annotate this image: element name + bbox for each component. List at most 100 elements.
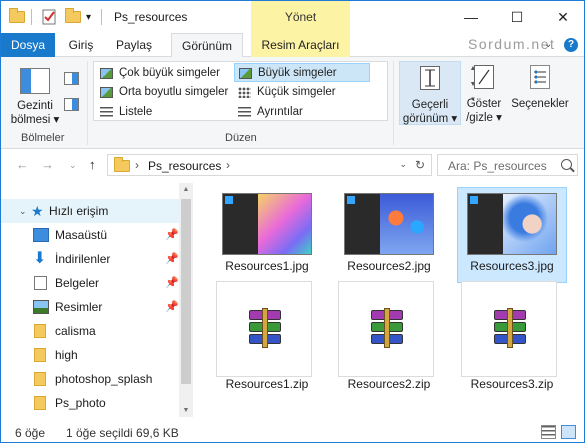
breadcrumb-ps-resources[interactable]: Ps_resources bbox=[148, 159, 221, 173]
navigation-pane: ⌄ ★ Hızlı erişim Masaüstü 📌 ⬇ İndirilenl… bbox=[1, 183, 193, 417]
maximize-button[interactable]: ☐ bbox=[494, 1, 540, 33]
pin-icon: 📌 bbox=[165, 277, 179, 289]
details-view-button[interactable] bbox=[541, 425, 556, 439]
nav-item-downloads[interactable]: ⬇ İndirilenler 📌 bbox=[1, 247, 179, 271]
forward-icon[interactable]: → bbox=[41, 157, 54, 172]
grid-icon bbox=[238, 87, 251, 98]
star-icon: ★ bbox=[31, 203, 44, 219]
folder-icon bbox=[34, 372, 46, 386]
layout-extra-large-icons[interactable]: Çok büyük simgeler bbox=[96, 64, 233, 83]
folder-icon bbox=[114, 157, 130, 172]
layout-large-icons[interactable]: Büyük simgeler bbox=[234, 63, 370, 82]
group-label-layout: Düzen bbox=[225, 132, 257, 144]
address-dropdown-icon[interactable]: ⌄ bbox=[399, 159, 407, 170]
breadcrumb-separator[interactable]: › bbox=[226, 158, 230, 172]
options-button[interactable]: Seçenekler bbox=[510, 61, 570, 125]
group-label-panes: Bölmeler bbox=[21, 132, 65, 144]
details-icon bbox=[238, 107, 251, 118]
nav-scrollbar[interactable]: ▲ ▼ bbox=[179, 183, 193, 417]
explorer-window: ▾ Ps_resources Yönet — ☐ ✕ Dosya Giriş P… bbox=[0, 0, 585, 443]
folder-icon bbox=[34, 396, 46, 410]
winrar-icon bbox=[371, 308, 403, 348]
close-button[interactable]: ✕ bbox=[540, 1, 584, 33]
show-hide-button[interactable]: Göster /gizle ▾ bbox=[464, 61, 504, 125]
brand-watermark: Sordum.net bbox=[468, 36, 556, 52]
refresh-icon[interactable]: ↻ bbox=[415, 158, 425, 172]
image-thumbnail bbox=[222, 193, 312, 255]
collapse-ribbon-icon[interactable]: ⌄ bbox=[544, 39, 552, 50]
up-icon[interactable]: ↑ bbox=[89, 157, 96, 172]
large-icons-view-button[interactable] bbox=[561, 425, 576, 439]
nav-quick-access[interactable]: ⌄ ★ Hızlı erişim bbox=[1, 199, 179, 223]
pin-icon: 📌 bbox=[165, 229, 179, 241]
image-icon bbox=[100, 68, 113, 79]
scroll-down-icon[interactable]: ▼ bbox=[179, 407, 193, 414]
options-icon bbox=[530, 65, 550, 89]
document-icon bbox=[34, 276, 47, 290]
layout-list[interactable]: Listele bbox=[96, 103, 233, 122]
pin-icon: 📌 bbox=[165, 253, 179, 265]
tab-picture-tools[interactable]: Resim Araçları bbox=[251, 33, 350, 57]
scroll-thumb[interactable] bbox=[181, 199, 191, 384]
qa-dropdown-icon[interactable]: ▾ bbox=[86, 7, 91, 27]
tab-view[interactable]: Görünüm bbox=[171, 33, 243, 58]
current-view-button[interactable]: Geçerli görünüm ▾ bbox=[399, 61, 461, 125]
collapse-icon[interactable]: ⌄ bbox=[19, 199, 27, 223]
list-icon bbox=[100, 107, 113, 118]
recent-dropdown-icon[interactable]: ⌄ bbox=[69, 160, 77, 171]
nav-item-desktop[interactable]: Masaüstü 📌 bbox=[1, 223, 179, 247]
group-separator bbox=[87, 61, 88, 145]
search-icon bbox=[561, 159, 572, 170]
breadcrumb-separator[interactable]: › bbox=[135, 158, 139, 172]
file-item-resources3-jpg[interactable]: Resources3.jpg bbox=[457, 187, 567, 283]
nav-item-ps-photo[interactable]: Ps_photo bbox=[1, 391, 179, 415]
tab-share[interactable]: Paylaş bbox=[107, 33, 161, 57]
group-separator bbox=[393, 61, 394, 145]
scroll-up-icon[interactable]: ▲ bbox=[179, 186, 193, 193]
file-item-resources1-jpg[interactable]: Resources1.jpg bbox=[212, 187, 322, 283]
image-icon bbox=[239, 68, 252, 79]
properties-icon[interactable] bbox=[41, 7, 57, 27]
navigation-pane-icon[interactable] bbox=[20, 68, 50, 94]
pictures-icon bbox=[33, 300, 49, 314]
desktop-icon bbox=[33, 228, 49, 242]
layout-small-icons[interactable]: Küçük simgeler bbox=[234, 83, 370, 102]
archive-thumbnail bbox=[216, 281, 312, 377]
file-item-resources3-zip[interactable]: Resources3.zip bbox=[457, 281, 567, 391]
separator bbox=[31, 7, 32, 27]
navigation-pane-button[interactable]: Gezinti bölmesi ▾ bbox=[7, 99, 63, 127]
help-icon[interactable]: ? bbox=[564, 38, 578, 52]
show-hide-icon bbox=[474, 65, 494, 89]
nav-item-calisma[interactable]: calisma bbox=[1, 319, 179, 343]
window-title: Ps_resources bbox=[114, 10, 188, 24]
separator bbox=[101, 7, 102, 27]
ribbon: Gezinti bölmesi ▾ Bölmeler Çok büyük sim… bbox=[1, 57, 584, 149]
status-bar: 6 öğe 1 öğe seçildi 69,6 KB bbox=[1, 421, 584, 442]
file-item-resources1-zip[interactable]: Resources1.zip bbox=[212, 281, 322, 391]
address-bar[interactable]: › Ps_resources › ⌄ ↻ bbox=[107, 154, 432, 176]
pin-icon: 📌 bbox=[165, 301, 179, 313]
minimize-button[interactable]: — bbox=[448, 1, 494, 33]
layout-medium-icons[interactable]: Orta boyutlu simgeler bbox=[96, 83, 233, 102]
back-icon[interactable]: ← bbox=[16, 157, 29, 172]
folder-icon bbox=[34, 324, 46, 338]
details-pane-icon[interactable] bbox=[64, 98, 79, 111]
tab-home[interactable]: Giriş bbox=[59, 33, 103, 57]
file-item-resources2-zip[interactable]: Resources2.zip bbox=[334, 281, 444, 391]
context-tab-manage[interactable]: Yönet bbox=[251, 1, 350, 33]
file-item-resources2-jpg[interactable]: Resources2.jpg bbox=[334, 187, 444, 283]
winrar-icon bbox=[249, 308, 281, 348]
nav-item-documents[interactable]: Belgeler 📌 bbox=[1, 271, 179, 295]
download-arrow-icon: ⬇ bbox=[33, 250, 47, 267]
nav-item-photoshop-splash[interactable]: photoshop_splash bbox=[1, 367, 179, 391]
folder-icon bbox=[9, 7, 25, 27]
folder-icon bbox=[34, 348, 46, 362]
layout-details[interactable]: Ayrıntılar bbox=[234, 103, 370, 122]
preview-pane-icon[interactable] bbox=[64, 72, 79, 85]
item-count: 6 öğe bbox=[15, 426, 46, 440]
search-input[interactable]: Ara: Ps_resources bbox=[437, 154, 578, 176]
nav-item-high[interactable]: high bbox=[1, 343, 179, 367]
tab-file[interactable]: Dosya bbox=[1, 33, 55, 57]
new-folder-icon[interactable] bbox=[65, 7, 81, 27]
nav-item-pictures[interactable]: Resimler 📌 bbox=[1, 295, 179, 319]
